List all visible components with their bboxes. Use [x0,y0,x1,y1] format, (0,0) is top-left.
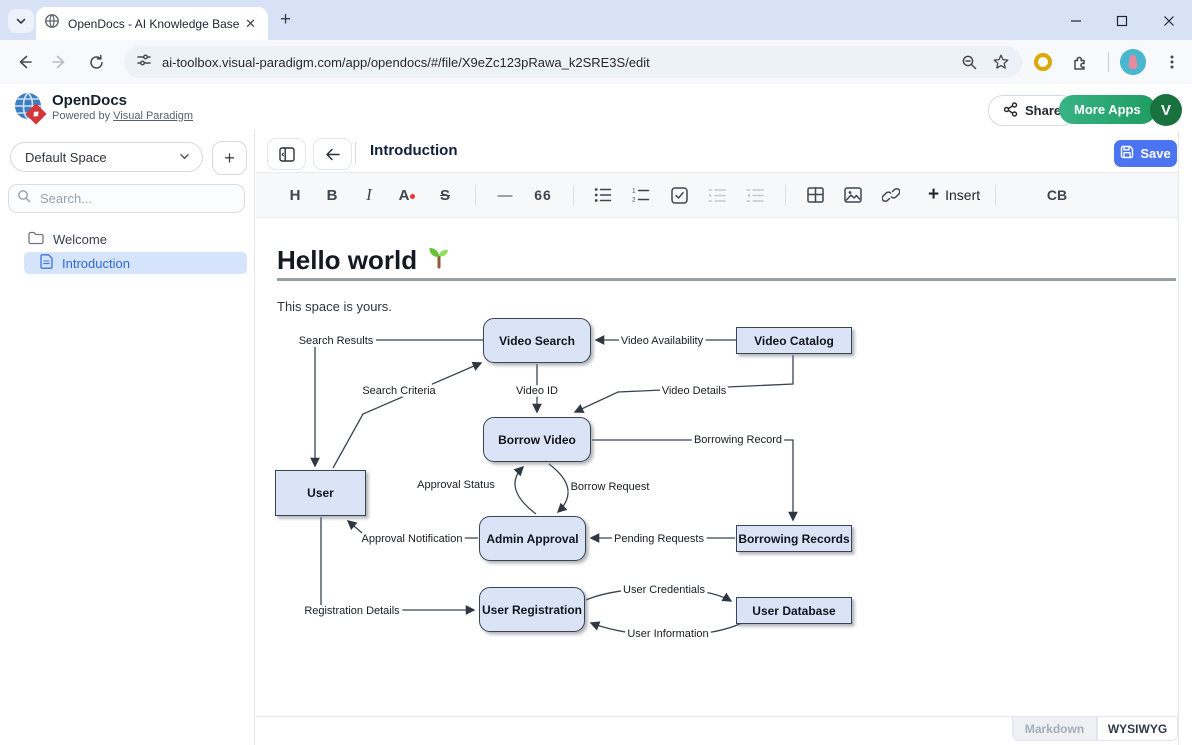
mode-tab-markdown[interactable]: Markdown [1012,717,1097,741]
format-toolbar: HBIAS—6612+InsertCB [256,172,1178,218]
add-space-button[interactable]: + [212,141,247,175]
space-selector-value: Default Space [25,150,107,165]
sidebar: Default Space + Welcome Introduction [0,130,255,745]
share-icon [1003,102,1018,120]
plus-icon: + [928,185,939,204]
seedling-emoji [426,244,452,277]
svg-text:1: 1 [632,188,636,195]
image-icon[interactable] [838,180,868,210]
mode-tab-wysiwyg[interactable]: WYSIWYG [1097,717,1178,741]
toolbar-separator [785,185,786,206]
editor-top-bar: Introduction Save [256,130,1192,172]
tab-close-icon[interactable]: ✕ [241,16,260,32]
diagram-node-video-catalog[interactable]: Video Catalog [736,327,852,354]
folder-icon [28,231,44,248]
diagram-node-video-search[interactable]: Video Search [483,318,591,363]
table-icon[interactable] [800,180,830,210]
chevron-down-icon [179,150,190,165]
search-input[interactable] [38,190,222,207]
bold-icon[interactable]: B [317,180,347,210]
italic-icon[interactable]: I [354,180,384,210]
strikethrough-icon[interactable]: S [430,180,460,210]
blockquote-icon[interactable]: 66 [528,180,558,210]
search-icon [17,189,31,208]
tab-search-chevron-icon[interactable] [8,9,34,33]
toolbar-separator [475,185,476,206]
insert-button[interactable]: + Insert [922,180,986,210]
heading-icon[interactable]: H [280,180,310,210]
bullet-list-icon[interactable] [588,180,618,210]
page-title: Introduction [370,142,457,159]
toolbar-separator [573,185,574,206]
back-page-button[interactable] [313,138,352,170]
address-bar[interactable]: ai-toolbox.visual-paradigm.com/app/opend… [124,46,1022,78]
outdent-icon [740,180,770,210]
browser-profile-avatar[interactable] [1120,49,1146,75]
toolbar-separator [995,185,996,206]
browser-menu-kebab-icon[interactable] [1160,50,1184,74]
diagram-node-user[interactable]: User [275,470,366,516]
document-tree: Welcome Introduction [0,226,255,276]
horizontal-rule-icon[interactable]: — [490,180,520,210]
save-icon [1120,145,1134,162]
document-icon [40,254,53,272]
save-label: Save [1140,146,1170,161]
sidebar-item-label: Introduction [62,256,130,271]
tab-title: OpenDocs - AI Knowledge Base [68,17,241,31]
numbered-list-icon[interactable]: 12 [626,180,656,210]
site-settings-icon[interactable] [136,52,152,73]
url-text[interactable]: ai-toolbox.visual-paradigm.com/app/opend… [162,55,947,70]
back-icon[interactable] [12,50,36,74]
extension-ring-icon[interactable] [1034,53,1052,71]
diagram-node-borrow-video[interactable]: Borrow Video [483,417,591,462]
app-name: OpenDocs [52,92,127,109]
sidebar-item-label: Welcome [53,232,107,247]
inline-code-icon[interactable] [1005,180,1035,210]
space-selector-dropdown[interactable]: Default Space [10,142,203,172]
tab-favicon-globe-icon [44,13,60,34]
insert-label: Insert [945,187,980,203]
document-heading: Hello world [277,244,452,277]
heading-divider [277,278,1176,281]
nav-separator [1108,52,1109,72]
topbar-separator [355,142,356,164]
editor-right-gutter [1178,130,1192,745]
window-maximize-button[interactable] [1105,8,1139,34]
reload-icon[interactable] [84,50,108,74]
powered-by-text: Powered by Visual Paradigm [52,110,193,122]
diagram-node-admin-approval[interactable]: Admin Approval [479,516,586,561]
svg-text:2: 2 [632,197,636,204]
link-icon[interactable] [876,180,906,210]
code-block-icon[interactable]: CB [1042,180,1072,210]
sidebar-item-welcome[interactable]: Welcome [24,228,247,250]
more-apps-button[interactable]: More Apps [1059,95,1156,124]
share-label: Share [1025,103,1061,118]
save-button[interactable]: Save [1114,140,1177,167]
visual-paradigm-link[interactable]: Visual Paradigm [113,110,193,122]
browser-tab[interactable]: OpenDocs - AI Knowledge Base ✕ [36,7,268,40]
diagram-node-borrowing-records[interactable]: Borrowing Records [736,525,852,552]
indent-icon [702,180,732,210]
diagram-node-user-registration[interactable]: User Registration [479,587,585,632]
forward-icon[interactable] [48,50,72,74]
sidebar-item-introduction[interactable]: Introduction [24,252,247,274]
font-color-icon[interactable]: A [392,180,422,210]
new-tab-button[interactable]: + [280,9,291,31]
task-list-icon[interactable] [664,180,694,210]
zoom-icon[interactable] [961,54,978,71]
opendocs-logo [12,90,48,126]
more-apps-label: More Apps [1074,102,1141,117]
sidebar-toggle-icon[interactable] [267,138,306,170]
sidebar-search[interactable] [8,184,245,213]
window-minimize-button[interactable] [1059,8,1093,34]
extensions-puzzle-icon[interactable] [1068,51,1092,75]
browser-window: OpenDocs - AI Knowledge Base ✕ + ai-tool… [0,0,1192,745]
user-avatar[interactable]: V [1150,94,1182,126]
window-close-button[interactable] [1152,8,1186,34]
document-canvas[interactable]: Hello world This space is yours. [256,218,1178,716]
browser-tab-strip: OpenDocs - AI Knowledge Base ✕ + [0,0,1192,40]
bookmark-star-icon[interactable] [992,53,1010,71]
intro-paragraph: This space is yours. [277,299,392,314]
diagram-node-user-database[interactable]: User Database [736,597,852,624]
